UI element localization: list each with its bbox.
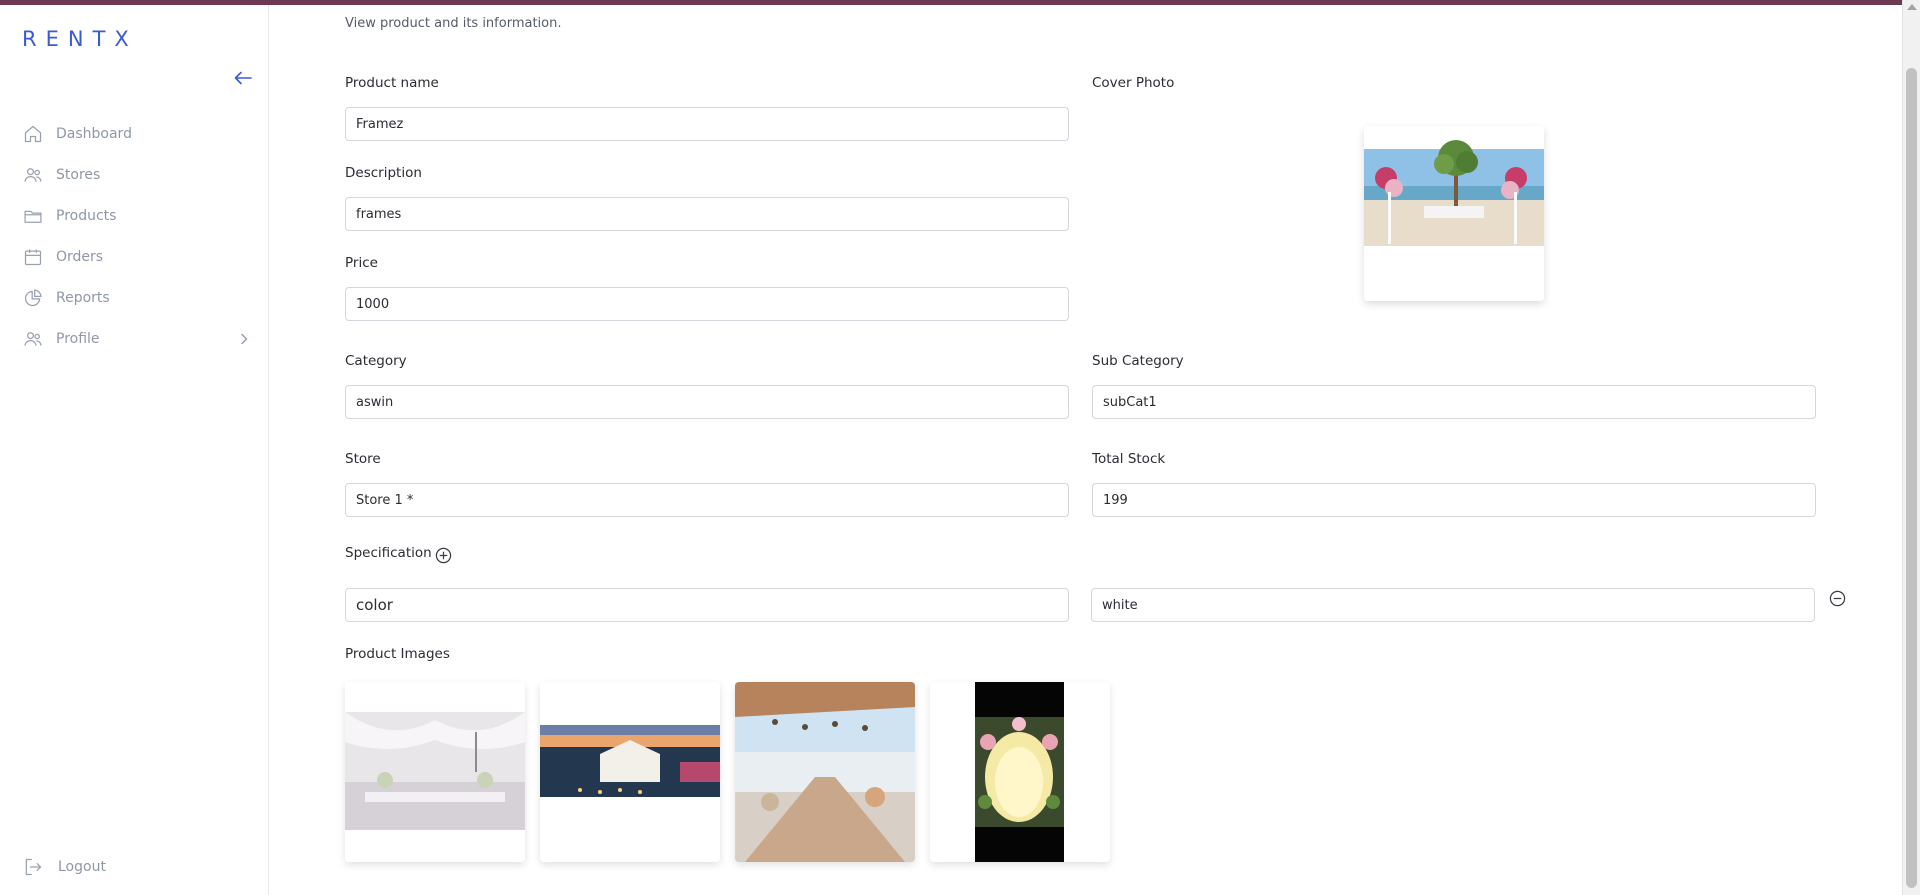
product-image-tent (345, 682, 525, 862)
chevron-right-icon (236, 331, 252, 347)
sidebar-item-reports[interactable]: Reports (22, 277, 252, 318)
total-stock-field[interactable]: 199 (1092, 483, 1816, 517)
collapse-sidebar-button[interactable] (230, 67, 256, 89)
sidebar-item-label: Products (56, 207, 117, 224)
sidebar-item-label: Dashboard (56, 125, 132, 142)
sidebar-item-label: Reports (56, 289, 110, 306)
category-label: Category (345, 353, 407, 369)
product-name-value: Framez (356, 116, 404, 132)
logout-button[interactable]: Logout (22, 852, 106, 882)
specification-key-field[interactable]: color (345, 588, 1069, 622)
sidebar-item-stores[interactable]: Stores (22, 154, 252, 195)
remove-specification-button[interactable] (1827, 588, 1847, 608)
sidebar: RENTX Dashboard Stores Products Orders R… (0, 5, 269, 895)
product-image-4[interactable] (930, 682, 1110, 862)
specification-key-value: color (356, 596, 393, 614)
product-image-sunset (540, 682, 720, 862)
sidebar-item-label: Stores (56, 166, 101, 183)
price-value: 1000 (356, 296, 390, 312)
total-stock-label: Total Stock (1092, 451, 1166, 467)
cover-photo-image (1364, 126, 1544, 301)
scrollbar-thumb[interactable] (1906, 68, 1917, 888)
sidebar-item-label: Profile (56, 330, 100, 347)
description-label: Description (345, 165, 422, 181)
main-content: View product and its information. Produc… (270, 5, 1902, 895)
sidebar-item-profile[interactable]: Profile (22, 318, 252, 359)
folder-icon (22, 205, 44, 227)
sidebar-item-products[interactable]: Products (22, 195, 252, 236)
scroll-up-arrow-icon[interactable] (1907, 4, 1917, 10)
specification-value-value: white (1102, 597, 1138, 613)
product-image-terrace (735, 682, 915, 862)
calendar-icon (22, 246, 44, 268)
page-scrollbar[interactable] (1902, 0, 1920, 895)
arrow-left-icon (234, 71, 252, 85)
product-image-floral-arch (930, 682, 1110, 862)
cover-photo-card[interactable] (1364, 126, 1544, 301)
product-images-label: Product Images (345, 646, 450, 662)
product-name-field[interactable]: Framez (345, 107, 1069, 141)
product-image-1[interactable] (345, 682, 525, 862)
sidebar-nav: Dashboard Stores Products Orders Reports (22, 113, 252, 359)
pie-chart-icon (22, 287, 44, 309)
product-name-label: Product name (345, 75, 439, 91)
app-logo[interactable]: RENTX (22, 27, 138, 51)
sidebar-item-label: Orders (56, 248, 104, 265)
product-image-3[interactable] (735, 682, 915, 862)
description-value: frames (356, 206, 402, 222)
add-specification-button[interactable] (433, 545, 453, 565)
page-subtitle: View product and its information. (345, 16, 562, 31)
logout-icon (22, 856, 44, 878)
sub-category-label: Sub Category (1092, 353, 1184, 369)
user-group-icon (22, 328, 44, 350)
plus-circle-icon (435, 547, 451, 563)
sub-category-field[interactable]: subCat1 (1092, 385, 1816, 419)
store-value: Store 1 * (356, 492, 414, 508)
category-field[interactable]: aswin (345, 385, 1069, 419)
logout-label: Logout (58, 859, 106, 875)
store-field[interactable]: Store 1 * (345, 483, 1069, 517)
total-stock-value: 199 (1103, 492, 1128, 508)
store-label: Store (345, 451, 381, 467)
description-field[interactable]: frames (345, 197, 1069, 231)
price-label: Price (345, 255, 378, 271)
minus-circle-icon (1829, 590, 1845, 606)
sidebar-item-dashboard[interactable]: Dashboard (22, 113, 252, 154)
users-icon (22, 164, 44, 186)
specification-value-field[interactable]: white (1091, 588, 1815, 622)
specification-label: Specification (345, 545, 432, 561)
sidebar-item-orders[interactable]: Orders (22, 236, 252, 277)
sub-category-value: subCat1 (1103, 394, 1157, 410)
home-icon (22, 123, 44, 145)
category-value: aswin (356, 394, 394, 410)
price-field[interactable]: 1000 (345, 287, 1069, 321)
cover-photo-label: Cover Photo (1092, 75, 1175, 91)
product-image-2[interactable] (540, 682, 720, 862)
